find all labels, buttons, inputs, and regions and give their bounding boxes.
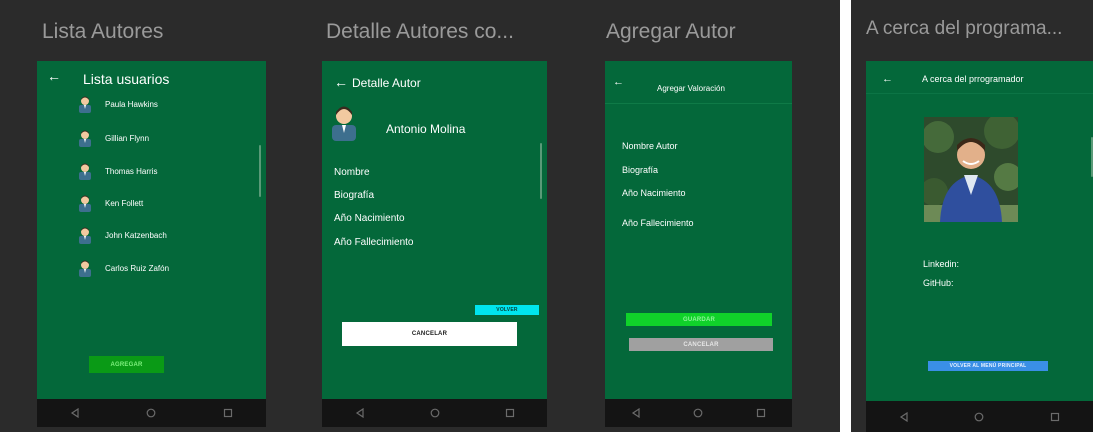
list-item[interactable]: Ken Follett xyxy=(77,194,143,212)
recents-square-icon[interactable] xyxy=(754,406,768,420)
scrollbar[interactable] xyxy=(540,143,542,199)
user-name: Thomas Harris xyxy=(105,166,158,176)
frame-title-lista[interactable]: Lista Autores xyxy=(42,20,163,44)
app-bar-divider xyxy=(866,93,1093,94)
github-label: GitHub: xyxy=(923,278,954,288)
android-nav-bar xyxy=(866,401,1093,432)
list-item[interactable]: John Katzenbach xyxy=(77,226,167,244)
user-name: John Katzenbach xyxy=(105,230,167,240)
author-name: Antonio Molina xyxy=(386,122,466,136)
recents-square-icon[interactable] xyxy=(503,406,517,420)
user-avatar-icon xyxy=(79,96,91,113)
author-avatar-icon xyxy=(332,106,356,141)
user-avatar-icon xyxy=(79,163,91,180)
user-avatar-icon xyxy=(79,130,91,147)
programmer-photo xyxy=(924,117,1018,222)
frame-title-acerca[interactable]: A cerca del programa... xyxy=(866,18,1062,40)
phone-acerca-programador: ← A cerca del prrogramador Linkedin: Git… xyxy=(866,61,1093,432)
app-bar-divider xyxy=(605,103,792,104)
field-label: Año Nacimiento xyxy=(334,213,405,224)
page-title: A cerca del prrogramador xyxy=(922,74,1024,84)
phone-lista-autores: ← Lista usuarios Paula Hawkins Gillian F… xyxy=(37,61,266,427)
android-nav-bar xyxy=(37,399,266,427)
guardar-button[interactable]: GUARDAR xyxy=(626,313,772,326)
back-triangle-icon[interactable] xyxy=(629,406,643,420)
list-item[interactable]: Gillian Flynn xyxy=(77,129,149,147)
page-title: Agregar Valoración xyxy=(657,84,725,93)
user-name: Gillian Flynn xyxy=(105,133,150,143)
page-title: Lista usuarios xyxy=(83,71,170,87)
field-label: Biografía xyxy=(334,190,375,201)
arrow-left-icon[interactable]: ← xyxy=(613,75,624,89)
cancelar-button[interactable]: CANCELAR xyxy=(342,322,517,346)
back-triangle-icon[interactable] xyxy=(353,406,367,420)
android-nav-bar xyxy=(322,399,547,427)
back-triangle-icon[interactable] xyxy=(68,406,82,420)
home-circle-icon[interactable] xyxy=(428,406,442,420)
arrow-left-icon[interactable]: ← xyxy=(882,72,893,86)
phone-agregar-autor: ← Agregar Valoración Nombre Autor Biogra… xyxy=(605,61,792,427)
cancelar-button[interactable]: CANCELAR xyxy=(629,338,773,351)
user-avatar-icon xyxy=(79,260,91,277)
user-avatar-icon xyxy=(79,227,91,244)
frame-title-agregar[interactable]: Agregar Autor xyxy=(606,20,736,44)
phone-detalle-autor: ← Detalle Autor Antonio Molina Nombre Bi… xyxy=(322,61,547,427)
linkedin-label: Linkedin: xyxy=(923,259,960,269)
volver-menu-principal-button[interactable]: VOLVER AL MENÚ PRINCIPAL xyxy=(928,361,1048,371)
scrollbar[interactable] xyxy=(259,145,261,197)
page-title: Detalle Autor xyxy=(352,76,421,90)
volver-button[interactable]: VOLVER xyxy=(475,305,539,315)
field-label: Año Fallecimiento xyxy=(622,218,694,228)
field-label: Año Fallecimiento xyxy=(334,237,414,248)
list-item[interactable]: Thomas Harris xyxy=(77,162,157,180)
user-name: Carlos Ruiz Zafón xyxy=(105,263,170,273)
recents-square-icon[interactable] xyxy=(221,406,235,420)
frame-title-detalle[interactable]: Detalle Autores co... xyxy=(326,20,514,44)
recents-square-icon[interactable] xyxy=(1048,410,1062,424)
user-name: Ken Follett xyxy=(105,198,144,208)
back-triangle-icon[interactable] xyxy=(897,410,911,424)
list-item[interactable]: Paula Hawkins xyxy=(77,95,158,113)
user-name: Paula Hawkins xyxy=(105,99,158,109)
field-label: Nombre Autor xyxy=(622,141,678,151)
agregar-button[interactable]: AGREGAR xyxy=(89,356,164,373)
list-item[interactable]: Carlos Ruiz Zafón xyxy=(77,259,169,277)
android-nav-bar xyxy=(605,399,792,427)
arrow-left-icon[interactable]: ← xyxy=(47,69,61,83)
user-avatar-icon xyxy=(79,195,91,212)
field-label: Año Nacimiento xyxy=(622,188,686,198)
home-circle-icon[interactable] xyxy=(144,406,158,420)
field-label: Nombre xyxy=(334,167,370,178)
home-circle-icon[interactable] xyxy=(691,406,705,420)
arrow-left-icon[interactable]: ← xyxy=(334,75,348,89)
home-circle-icon[interactable] xyxy=(972,410,986,424)
field-label: Biografía xyxy=(622,165,659,175)
